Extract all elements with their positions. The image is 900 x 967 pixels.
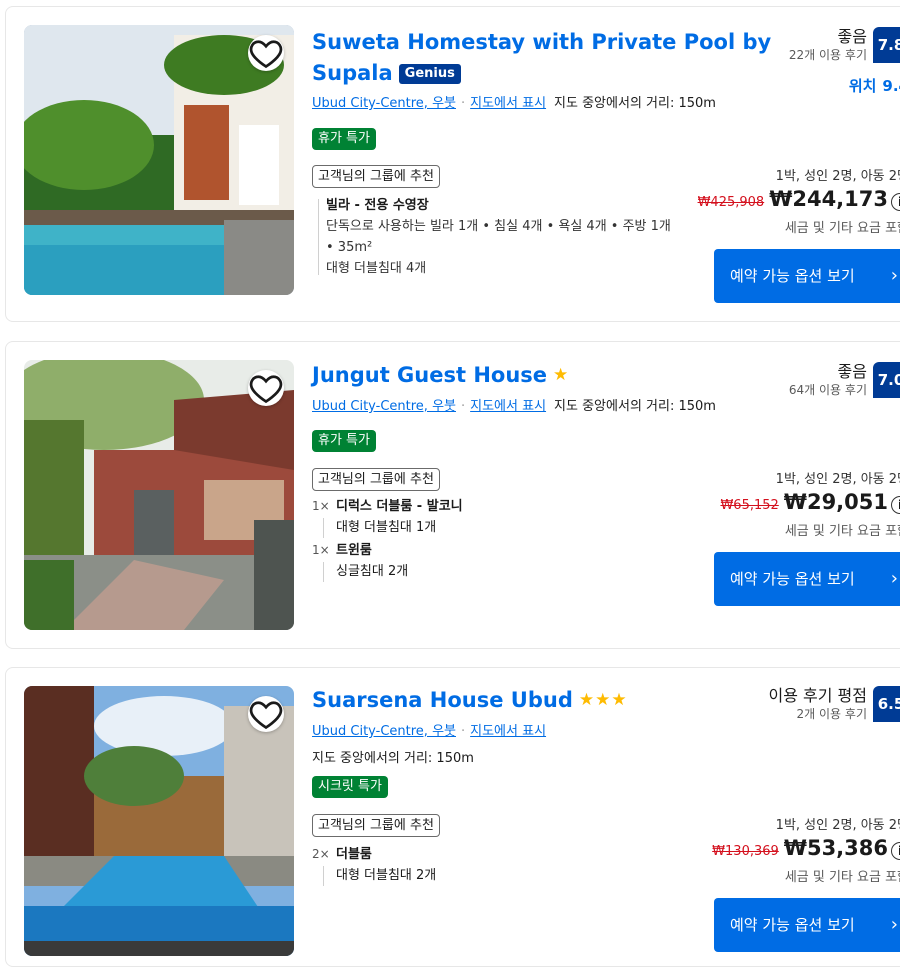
distance-text: 지도 중앙에서의 거리: 150m (312, 747, 474, 766)
save-button[interactable] (248, 696, 284, 732)
show-on-map-link[interactable]: 지도에서 표시 (470, 96, 546, 111)
recommended-badge: 고객님의 그룹에 추천 (312, 165, 440, 188)
bed-info: 대형 더블침대 2개 (336, 865, 436, 886)
property-photo[interactable] (24, 686, 294, 956)
heart-icon (248, 370, 284, 406)
room-list: 1× 디럭스 더블룸 - 발코니 대형 더블침대 1개 1× 트윈룸 싱글침대 … (312, 496, 692, 584)
unit-detail: 대형 더블침대 4개 (326, 258, 692, 279)
deal-badge: 휴가 특가 (312, 430, 376, 452)
show-on-map-link[interactable]: 지도에서 표시 (470, 724, 546, 739)
chevron-right-icon: › (891, 568, 898, 590)
original-price: ₩130,369 (712, 844, 779, 859)
room-list: 2× 더블룸 대형 더블침대 2개 (312, 844, 692, 888)
price-row: ₩425,908 ₩244,173 i (698, 187, 900, 211)
review-score[interactable]: 좋음 64개 이용 후기 7.0 (789, 362, 900, 398)
bed-info: 대형 더블침대 1개 (336, 517, 463, 538)
stay-info: 1박, 성인 2명, 아동 2명 (776, 165, 900, 184)
rating-word: 좋음 (789, 362, 867, 382)
deal-badge: 시크릿 특가 (312, 776, 388, 798)
room-name: 트윈룸 (336, 540, 408, 561)
original-price: ₩425,908 (698, 195, 765, 210)
location-line: Ubud City-Centre, 우붓·지도에서 표시지도 중앙에서의 거리:… (312, 95, 716, 113)
current-price: ₩29,051 (784, 490, 888, 514)
show-on-map-link[interactable]: 지도에서 표시 (470, 399, 546, 414)
distance-text: 지도 중앙에서의 거리: 150m (554, 399, 716, 414)
location-line: Ubud City-Centre, 우붓·지도에서 표시지도 중앙에서의 거리:… (312, 398, 716, 416)
property-title[interactable]: Suarsena House Ubud★★★ (312, 685, 628, 716)
recommended-badge: 고객님의 그룹에 추천 (312, 468, 440, 491)
see-availability-button[interactable]: 예약 가능 옵션 보기› (714, 552, 900, 606)
save-button[interactable] (248, 35, 284, 71)
price-row: ₩65,152 ₩29,051 i (720, 490, 900, 514)
bed-info: 싱글침대 2개 (336, 561, 408, 582)
review-count: 22개 이용 후기 (789, 47, 867, 63)
unit-detail: 단독으로 사용하는 빌라 1개 • 침실 4개 • 욕실 4개 • 주방 1개 (326, 216, 692, 237)
star-rating: ★★★ (579, 690, 628, 710)
score-badge: 7.0 (873, 362, 900, 398)
save-button[interactable] (248, 370, 284, 406)
location-score: 위치9.4 (849, 75, 900, 96)
current-price: ₩53,386 (784, 836, 888, 860)
rating-word: 좋음 (789, 27, 867, 47)
unit-detail: • 35m² (326, 237, 692, 258)
room-quantity: 1× (312, 496, 336, 538)
room-item: 1× 트윈룸 싱글침대 2개 (312, 540, 692, 582)
unit-name: 빌라 - 전용 수영장 (326, 195, 692, 216)
heart-icon (248, 35, 284, 71)
location-link[interactable]: Ubud City-Centre, 우붓 (312, 724, 456, 739)
location-link[interactable]: Ubud City-Centre, 우붓 (312, 96, 456, 111)
score-badge: 6.5 (873, 686, 900, 722)
property-photo[interactable] (24, 25, 294, 295)
review-score[interactable]: 이용 후기 평점 2개 이용 후기 6.5 (769, 686, 900, 722)
property-photo[interactable] (24, 360, 294, 630)
unit-details: 빌라 - 전용 수영장 단독으로 사용하는 빌라 1개 • 침실 4개 • 욕실… (312, 195, 692, 279)
room-item: 2× 더블룸 대형 더블침대 2개 (312, 844, 692, 886)
deal-badge: 휴가 특가 (312, 128, 376, 150)
review-count: 64개 이용 후기 (789, 382, 867, 398)
property-card: Jungut Guest House★ Ubud City-Centre, 우붓… (5, 341, 900, 649)
location-line: Ubud City-Centre, 우붓·지도에서 표시 (312, 723, 546, 741)
room-name: 디럭스 더블룸 - 발코니 (336, 496, 463, 517)
current-price: ₩244,173 (769, 187, 888, 211)
genius-badge: Genius (399, 64, 461, 84)
original-price: ₩65,152 (720, 498, 778, 513)
tax-note: 세금 및 기타 요금 포함 (785, 866, 900, 885)
chevron-right-icon: › (891, 914, 898, 936)
chevron-right-icon: › (891, 265, 898, 287)
price-row: ₩130,369 ₩53,386 i (712, 836, 900, 860)
stay-info: 1박, 성인 2명, 아동 2명 (776, 468, 900, 487)
review-score[interactable]: 좋음 22개 이용 후기 7.8 (789, 27, 900, 63)
room-item: 1× 디럭스 더블룸 - 발코니 대형 더블침대 1개 (312, 496, 692, 538)
score-badge: 7.8 (873, 27, 900, 63)
info-icon[interactable]: i (891, 496, 900, 514)
room-quantity: 1× (312, 540, 336, 582)
heart-icon (248, 696, 284, 732)
info-icon[interactable]: i (891, 193, 900, 211)
room-quantity: 2× (312, 844, 336, 886)
property-title[interactable]: Suweta Homestay with Private Pool by Sup… (312, 27, 771, 89)
tax-note: 세금 및 기타 요금 포함 (785, 217, 900, 236)
room-name: 더블룸 (336, 844, 436, 865)
distance-text: 지도 중앙에서의 거리: 150m (554, 96, 716, 111)
see-availability-button[interactable]: 예약 가능 옵션 보기› (714, 249, 900, 303)
property-title[interactable]: Jungut Guest House★ (312, 360, 569, 391)
star-rating: ★ (553, 365, 569, 385)
property-card: Suarsena House Ubud★★★ Ubud City-Centre,… (5, 667, 900, 967)
rating-word: 이용 후기 평점 (769, 686, 868, 706)
see-availability-button[interactable]: 예약 가능 옵션 보기› (714, 898, 900, 952)
review-count: 2개 이용 후기 (769, 706, 868, 722)
property-card: Suweta Homestay with Private Pool by Sup… (5, 6, 900, 322)
recommended-badge: 고객님의 그룹에 추천 (312, 814, 440, 837)
stay-info: 1박, 성인 2명, 아동 2명 (776, 814, 900, 833)
tax-note: 세금 및 기타 요금 포함 (785, 520, 900, 539)
info-icon[interactable]: i (891, 842, 900, 860)
location-link[interactable]: Ubud City-Centre, 우붓 (312, 399, 456, 414)
